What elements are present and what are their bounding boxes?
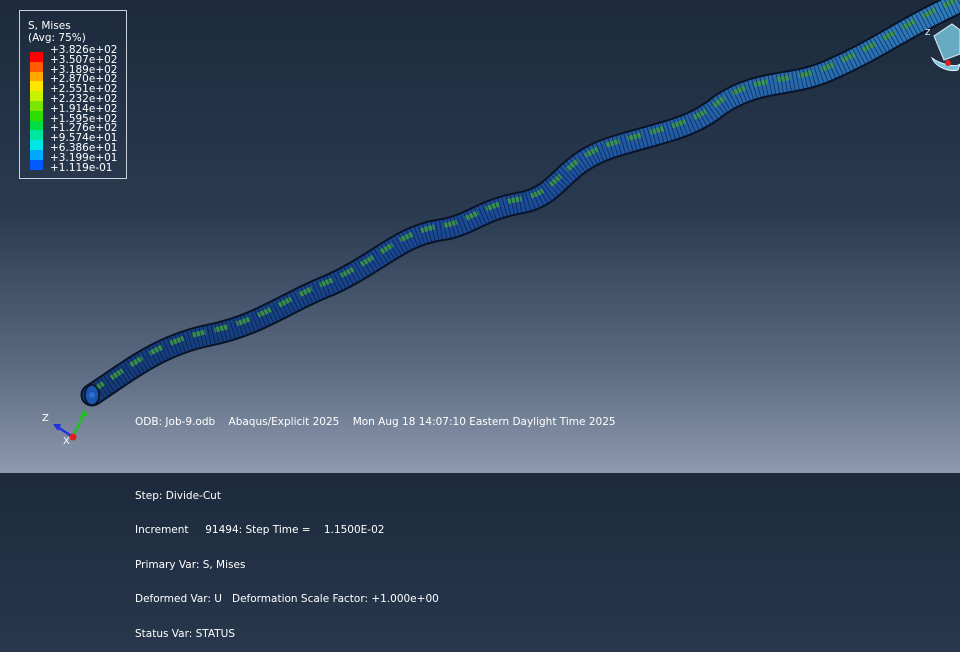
deformed-wire-model [80, 0, 960, 407]
legend-swatch [30, 120, 43, 131]
odb-line: ODB: Job-9.odb Abaqus/Explicit 2025 Mon … [135, 416, 616, 428]
deformed-var-line: Deformed Var: U Deformation Scale Factor… [135, 593, 439, 605]
legend-title: S, Mises [28, 20, 71, 32]
view-cube-origin [945, 60, 951, 66]
wire-end-core [89, 392, 95, 398]
status-var-line: Status Var: STATUS [135, 627, 236, 640]
legend-swatch [30, 130, 43, 141]
legend-swatch [30, 81, 43, 92]
triad-label-x: X [63, 436, 70, 447]
info-block: ODB: Job-9.odb Abaqus/Explicit 2025 Mon … [135, 394, 616, 652]
view-cube-label-z: Z [925, 28, 931, 37]
primary-var-line: Primary Var: S, Mises [135, 558, 246, 571]
increment-line: Increment 91494: Step Time = 1.1500E-02 [135, 524, 385, 536]
legend-swatch [30, 110, 43, 121]
view-cube-face [933, 23, 960, 61]
legend-swatch [30, 91, 43, 101]
axis-triad[interactable]: Z Y X [36, 404, 100, 454]
legend-swatch [30, 61, 43, 72]
view-cube-indicator[interactable]: Z [922, 20, 960, 80]
legend-swatches [30, 52, 43, 170]
stress-legend[interactable]: S, Mises (Avg: 75%) +3.826e+02 +3.507e+02… [19, 10, 127, 179]
legend-swatch [30, 159, 43, 170]
triad-origin [69, 433, 77, 441]
legend-swatch [30, 71, 43, 82]
legend-swatch [30, 52, 43, 62]
legend-value: +1.119e-01 [50, 161, 113, 174]
legend-labels: +3.826e+02 +3.507e+02 +3.189e+02 +2.870e+02… [50, 45, 117, 174]
legend-swatch [30, 149, 43, 160]
step-line: Step: Divide-Cut [135, 489, 221, 502]
legend-subtitle: (Avg: 75%) [28, 32, 86, 44]
legend-swatch [30, 100, 43, 111]
legend-swatch [30, 140, 43, 150]
triad-label-z: Z [42, 413, 49, 424]
